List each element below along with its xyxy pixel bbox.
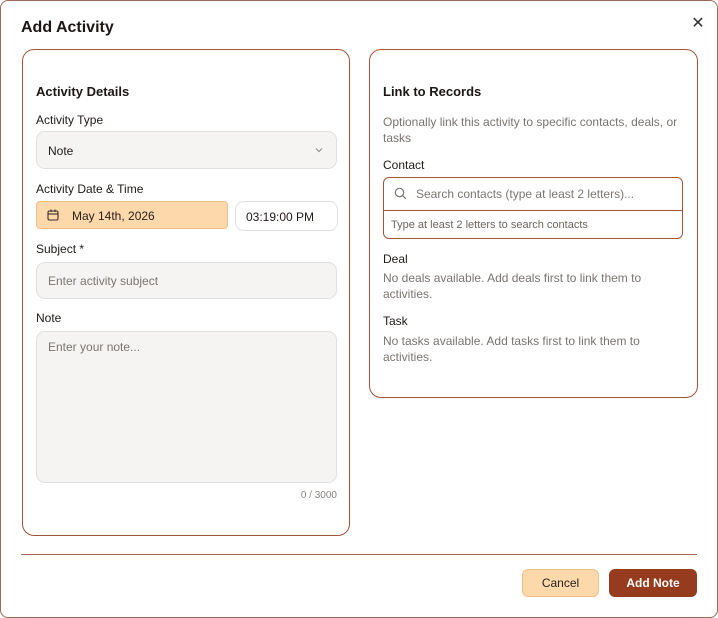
contact-search-combobox: Search contacts (type at least 2 letters… (383, 177, 683, 239)
task-label: Task (383, 314, 408, 328)
subject-placeholder: Enter activity subject (48, 274, 159, 288)
add-activity-dialog: Add Activity ✕ Activity Details Activity… (0, 0, 718, 618)
contact-label: Contact (383, 158, 425, 172)
activity-type-label: Activity Type (36, 113, 104, 127)
cancel-button[interactable]: Cancel (522, 569, 599, 597)
date-value: May 14th, 2026 (72, 209, 155, 223)
subject-input[interactable]: Enter activity subject (36, 262, 337, 299)
dialog-title: Add Activity (21, 19, 114, 36)
contact-search-placeholder: Search contacts (type at least 2 letters… (416, 187, 635, 201)
close-icon[interactable]: ✕ (689, 15, 707, 33)
link-records-panel: Link to Records Optionally link this act… (369, 49, 698, 398)
task-empty-message: No tasks available. Add tasks first to l… (383, 334, 640, 364)
note-label: Note (36, 311, 62, 325)
contact-search-hint: Type at least 2 letters to search contac… (391, 219, 588, 231)
link-records-title: Link to Records (383, 84, 482, 99)
activity-type-value: Note (48, 144, 74, 158)
subject-label: Subject * (36, 242, 85, 256)
calendar-icon (47, 209, 59, 221)
time-value: 03:19:00 PM (246, 210, 315, 224)
search-icon (394, 187, 407, 200)
activity-datetime-label: Activity Date & Time (36, 182, 144, 196)
note-placeholder: Enter your note... (48, 340, 141, 354)
add-note-button[interactable]: Add Note (609, 569, 697, 597)
time-input[interactable]: 03:19:00 PM (235, 201, 338, 231)
note-character-counter: 0 / 3000 (300, 490, 337, 501)
deal-empty-message: No deals available. Add deals first to l… (383, 271, 642, 301)
activity-details-title: Activity Details (36, 84, 130, 99)
deal-label: Deal (383, 252, 408, 266)
footer-divider (21, 554, 697, 555)
date-picker-button[interactable]: May 14th, 2026 (36, 201, 228, 229)
activity-type-select[interactable]: Note (36, 131, 337, 169)
contact-search-input[interactable]: Search contacts (type at least 2 letters… (384, 178, 682, 211)
activity-details-panel: Activity Details Activity Type Note Acti… (22, 49, 350, 536)
link-records-description: Optionally link this activity to specifi… (383, 115, 678, 145)
chevron-down-icon (315, 148, 323, 153)
note-textarea[interactable]: Enter your note... (36, 331, 337, 483)
